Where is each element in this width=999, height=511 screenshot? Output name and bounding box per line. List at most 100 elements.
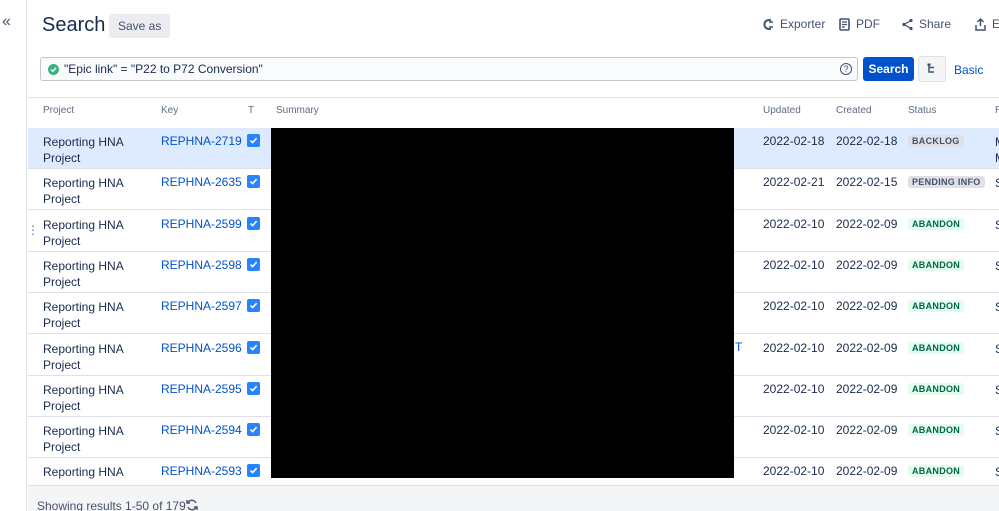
column-updated[interactable]: Updated <box>763 105 801 116</box>
column-summary[interactable]: Summary <box>276 105 319 116</box>
updated-cell: 2022-02-10 <box>763 423 825 438</box>
status-badge: ABANDON <box>908 300 965 313</box>
project-cell: Reporting HNA Project <box>43 424 124 455</box>
checkbox-task-icon <box>247 423 260 437</box>
created-cell: 2022-02-09 <box>836 464 898 479</box>
export-button[interactable]: Ex <box>974 17 999 31</box>
updated-cell: 2022-02-21 <box>763 175 825 190</box>
checkbox-task-icon <box>247 175 260 189</box>
checkbox-task-icon <box>247 134 260 147</box>
extra-cell: S <box>995 464 999 480</box>
column-project[interactable]: Project <box>43 105 74 116</box>
updated-cell: 2022-02-10 <box>763 381 825 396</box>
checkbox-task-icon <box>247 257 260 271</box>
extra-cell: S <box>995 423 999 439</box>
extra-cell: S <box>995 341 999 357</box>
status-badge: ABANDON <box>908 217 965 230</box>
results-count: Showing results 1-50 of 179 <box>37 499 186 511</box>
project-cell: Reporting HNA Project <box>43 465 124 483</box>
share-button[interactable]: Share <box>901 17 951 31</box>
share-label: Share <box>919 17 952 31</box>
save-as-button[interactable]: Save as <box>109 14 171 38</box>
project-cell: Reporting HNA Project <box>43 217 124 248</box>
exporter-button[interactable]: Exporter <box>762 17 825 31</box>
created-cell: 2022-02-09 <box>836 299 898 314</box>
left-rail: « <box>0 0 27 511</box>
exporter-label: Exporter <box>780 17 826 31</box>
status-badge: ABANDON <box>908 424 965 437</box>
share-icon <box>902 18 913 30</box>
issue-key-link[interactable]: REPHNA-2598 <box>161 258 242 272</box>
column-key[interactable]: Key <box>161 105 178 116</box>
checkbox-task-icon <box>247 340 260 354</box>
pdf-button[interactable]: PDF <box>838 17 880 31</box>
pdf-label: PDF <box>856 17 880 31</box>
issue-key-link[interactable]: REPHNA-2599 <box>161 217 242 231</box>
summary-fragment[interactable]: T <box>735 340 742 354</box>
page-title: Search <box>42 14 106 36</box>
updated-cell: 2022-02-10 <box>763 216 825 231</box>
export-icon <box>975 17 986 31</box>
project-cell: Reporting HNA Project <box>43 341 124 372</box>
created-cell: 2022-02-18 <box>836 134 898 148</box>
export-label: Ex <box>992 17 999 31</box>
project-cell: Reporting HNA Project <box>43 258 124 289</box>
status-badge: PENDING INFO <box>908 176 985 189</box>
table-header: Project Key T Summary Updated Created St… <box>28 105 999 122</box>
tree-view-icon <box>927 63 934 73</box>
results-footer: Showing results 1-50 of 179 <box>28 485 999 511</box>
created-cell: 2022-02-09 <box>836 216 898 231</box>
checkbox-task-icon <box>247 299 260 313</box>
column-type[interactable]: T <box>248 105 254 116</box>
status-badge: ABANDON <box>908 341 965 354</box>
project-cell: Reporting HNA Project <box>43 135 124 165</box>
issue-key-link[interactable]: REPHNA-2719 <box>161 134 242 148</box>
column-created[interactable]: Created <box>836 105 872 116</box>
pdf-icon <box>839 17 850 31</box>
basic-mode-link[interactable]: Basic <box>954 63 983 77</box>
help-icon[interactable]: ? <box>840 63 852 75</box>
updated-cell: 2022-02-10 <box>763 340 825 355</box>
extra-cell: M M <box>995 134 999 166</box>
jql-query-input[interactable]: "Epic link" = "P22 to P72 Conversion" ? <box>40 57 858 81</box>
updated-cell: 2022-02-10 <box>763 299 825 314</box>
checkbox-task-icon <box>247 381 260 395</box>
updated-cell: 2022-02-10 <box>763 257 825 272</box>
extra-cell: S <box>995 217 999 233</box>
redacted-summary-area <box>271 128 734 478</box>
jql-query-text[interactable]: "Epic link" = "P22 to P72 Conversion" <box>64 62 840 76</box>
extra-cell: S <box>995 175 999 191</box>
column-extra[interactable]: R <box>995 105 999 116</box>
extra-cell: S <box>995 382 999 398</box>
created-cell: 2022-02-15 <box>836 175 898 190</box>
project-cell: Reporting HNA Project <box>43 176 124 207</box>
double-chevron-left-icon[interactable]: « <box>2 14 11 30</box>
status-badge: ABANDON <box>908 258 965 271</box>
issue-key-link[interactable]: REPHNA-2635 <box>161 175 242 189</box>
tree-view-button[interactable] <box>918 56 946 82</box>
extra-cell: S <box>995 258 999 274</box>
check-circle-icon <box>48 63 59 75</box>
created-cell: 2022-02-09 <box>836 423 898 438</box>
issue-key-link[interactable]: REPHNA-2595 <box>161 382 242 396</box>
divider <box>28 97 999 98</box>
issue-key-link[interactable]: REPHNA-2596 <box>161 341 242 355</box>
checkbox-task-icon <box>247 216 260 230</box>
issue-key-link[interactable]: REPHNA-2594 <box>161 423 242 437</box>
project-cell: Reporting HNA Project <box>43 382 124 413</box>
created-cell: 2022-02-09 <box>836 381 898 396</box>
refresh-icon[interactable] <box>185 498 199 511</box>
status-badge: ABANDON <box>908 382 965 395</box>
search-button[interactable]: Search <box>863 57 914 81</box>
issue-key-link[interactable]: REPHNA-2597 <box>161 299 242 313</box>
project-cell: Reporting HNA Project <box>43 300 124 331</box>
created-cell: 2022-02-09 <box>836 340 898 355</box>
updated-cell: 2022-02-18 <box>763 134 825 148</box>
extra-cell: S <box>995 299 999 315</box>
issue-key-link[interactable]: REPHNA-2593 <box>161 464 242 478</box>
column-status[interactable]: Status <box>908 105 936 116</box>
exporter-icon <box>763 18 773 30</box>
checkbox-task-icon <box>247 464 260 478</box>
created-cell: 2022-02-09 <box>836 257 898 272</box>
updated-cell: 2022-02-10 <box>763 464 825 479</box>
